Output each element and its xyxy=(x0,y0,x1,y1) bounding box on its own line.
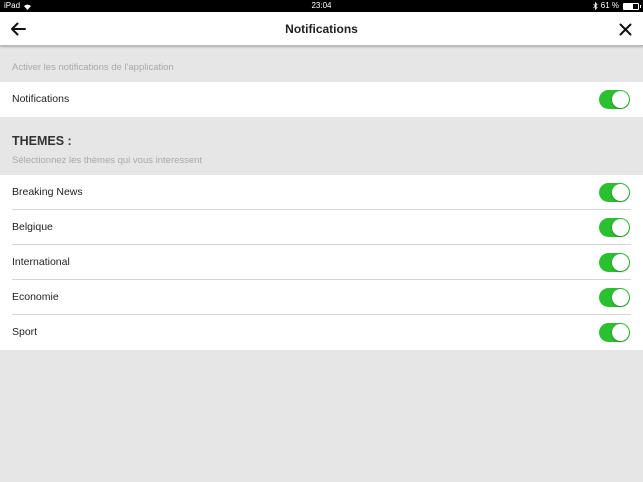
toggle-knob xyxy=(612,289,629,306)
theme-label: Sport xyxy=(12,326,38,338)
sport-toggle[interactable] xyxy=(599,323,630,342)
international-toggle[interactable] xyxy=(599,253,630,272)
theme-row-breaking-news: Breaking News xyxy=(0,175,643,210)
status-bar-right: 61 % xyxy=(592,0,641,12)
economie-toggle[interactable] xyxy=(599,288,630,307)
close-icon xyxy=(619,23,631,35)
theme-row-international: International xyxy=(0,245,643,280)
belgique-toggle[interactable] xyxy=(599,218,630,237)
notifications-toggle[interactable] xyxy=(599,90,630,109)
nav-bar: Notifications xyxy=(0,12,643,46)
page-title: Notifications xyxy=(285,22,358,36)
general-caption: Activer les notifications de l'applicati… xyxy=(12,62,174,73)
battery-icon xyxy=(623,2,641,10)
themes-caption: Sélectionnez les thèmes qui vous interes… xyxy=(12,155,203,166)
theme-label: Belgique xyxy=(12,221,53,233)
theme-row-sport: Sport xyxy=(0,315,643,350)
theme-row-economie: Economie xyxy=(0,280,643,315)
battery-percent: 61 % xyxy=(600,1,619,10)
bluetooth-icon xyxy=(592,2,598,10)
toggle-knob xyxy=(612,184,629,201)
status-time: 23:04 xyxy=(311,1,332,10)
setting-label: Notifications xyxy=(12,93,70,105)
theme-label: International xyxy=(12,256,70,268)
toggle-knob xyxy=(612,91,629,108)
toggle-knob xyxy=(612,254,629,271)
toggle-knob xyxy=(612,324,629,341)
close-button[interactable] xyxy=(615,19,635,39)
setting-row-notifications: Notifications xyxy=(0,82,643,117)
theme-label: Breaking News xyxy=(12,186,83,198)
toggle-knob xyxy=(612,219,629,236)
breaking-news-toggle[interactable] xyxy=(599,183,630,202)
theme-row-belgique: Belgique xyxy=(0,210,643,245)
theme-label: Economie xyxy=(12,291,59,303)
status-bar: iPad 23:04 61 % xyxy=(0,0,643,12)
themes-heading: THEMES : xyxy=(12,134,72,148)
